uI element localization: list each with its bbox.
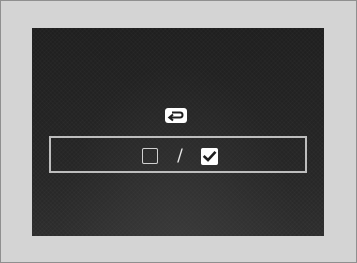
- back-button[interactable]: [165, 108, 187, 123]
- checkbox-checked-icon[interactable]: [201, 148, 218, 165]
- figure-frame: /: [0, 0, 357, 263]
- option-separator: /: [177, 146, 183, 166]
- display-screen: /: [32, 28, 324, 236]
- return-arrow-icon: [165, 108, 187, 123]
- checkbox-setting-box: /: [49, 136, 307, 173]
- checkbox-unchecked-icon[interactable]: [142, 148, 158, 164]
